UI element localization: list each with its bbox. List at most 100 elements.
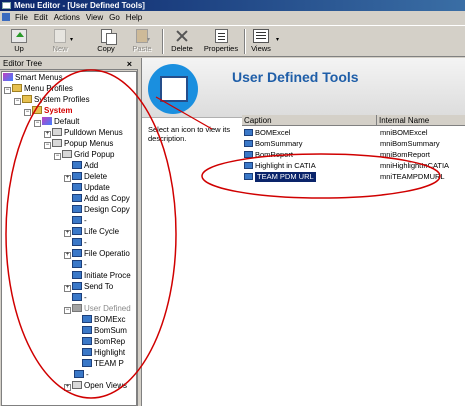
tool-icon: [82, 315, 92, 323]
tree-node[interactable]: BOMExc: [82, 314, 126, 325]
paste-button[interactable]: Paste: [128, 27, 156, 56]
tree-node[interactable]: TEAM P: [82, 358, 124, 369]
menu-edit[interactable]: Edit: [31, 11, 51, 25]
toolbar-separator: [244, 29, 246, 54]
close-icon[interactable]: ×: [127, 58, 132, 70]
paste-dropdown-icon[interactable]: ▾: [147, 36, 150, 43]
editor-tree-title: Editor Tree: [3, 59, 43, 68]
separator-icon: [72, 216, 82, 224]
tool-icon: [72, 227, 82, 235]
collapse-toggle-icon[interactable]: −: [64, 307, 71, 314]
collapse-toggle-icon[interactable]: −: [14, 98, 21, 105]
new-dropdown-icon[interactable]: ▾: [70, 36, 73, 43]
views-dropdown-icon[interactable]: ▾: [276, 36, 279, 43]
menu-help[interactable]: Help: [123, 11, 145, 25]
tree-node[interactable]: Initiate Proce: [64, 270, 131, 281]
popup-menu-icon: [52, 139, 62, 147]
tool-icon: [244, 129, 253, 136]
tool-icon: [82, 326, 92, 334]
tree-node[interactable]: − User Defined: [64, 303, 131, 314]
user-defined-icon: [72, 304, 82, 312]
menu-actions[interactable]: Actions: [51, 11, 83, 25]
header-banner: User Defined Tools: [142, 58, 465, 118]
default-profile-icon: [42, 117, 52, 125]
properties-button[interactable]: Properties: [200, 27, 242, 56]
delete-button[interactable]: Delete: [167, 27, 197, 56]
editor-tree-panel: Editor Tree × Smart Menus − Menu Profiles…: [0, 58, 138, 406]
tree-node[interactable]: Add: [64, 160, 98, 171]
menu-file[interactable]: File: [12, 11, 31, 25]
separator-icon: [74, 370, 84, 378]
tree-node[interactable]: − System Profiles: [14, 94, 90, 105]
views-button[interactable]: Views: [248, 27, 274, 56]
expand-toggle-icon[interactable]: +: [64, 285, 71, 292]
grid-popup-icon: [62, 150, 72, 158]
tree-node[interactable]: -: [64, 292, 87, 303]
tool-icon: [82, 337, 92, 345]
copy-button[interactable]: Copy: [92, 27, 120, 56]
tree-node[interactable]: + File Operatio: [64, 248, 130, 259]
expand-toggle-icon[interactable]: +: [64, 252, 71, 259]
tree-node[interactable]: BomRep: [82, 336, 125, 347]
expand-toggle-icon[interactable]: +: [64, 384, 71, 391]
expand-toggle-icon[interactable]: +: [44, 131, 51, 138]
tool-icon: [72, 249, 82, 257]
toolbar: Up New ▾ Copy Paste ▾ Delete Properties …: [0, 25, 465, 57]
expand-toggle-icon[interactable]: +: [64, 175, 71, 182]
tree-node[interactable]: − Grid Popup: [54, 149, 114, 160]
tree-node[interactable]: − System: [24, 105, 72, 116]
collapse-toggle-icon[interactable]: −: [54, 153, 61, 160]
menu-bar: File Edit Actions View Go Help: [0, 11, 465, 25]
tree-node[interactable]: + Open Views: [64, 380, 127, 391]
list-item[interactable]: BOMExcel mniBOMExcel: [242, 128, 465, 138]
separator-icon: [72, 293, 82, 301]
tree-node[interactable]: -: [64, 259, 87, 270]
tree-node[interactable]: Add as Copy: [64, 193, 130, 204]
tree-node[interactable]: + Send To: [64, 281, 113, 292]
toolbar-separator: [162, 29, 164, 54]
tools-list[interactable]: Caption Internal Name BOMExcel mniBOMExc…: [242, 115, 465, 406]
properties-icon: [214, 29, 228, 43]
tree-node[interactable]: Update: [64, 182, 110, 193]
window-title: Menu Editor - [User Defined Tools]: [14, 1, 145, 10]
tool-icon: [72, 183, 82, 191]
smart-menus-icon: [3, 73, 13, 81]
tree-node[interactable]: Smart Menus: [3, 72, 63, 83]
tree-node[interactable]: Design Copy: [64, 204, 130, 215]
tree-node[interactable]: + Pulldown Menus: [44, 127, 123, 138]
tree-node[interactable]: + Life Cycle: [64, 226, 119, 237]
title-bar: Menu Editor - [User Defined Tools]: [0, 0, 465, 11]
expand-toggle-icon[interactable]: +: [64, 230, 71, 237]
tree-node[interactable]: -: [64, 215, 87, 226]
column-caption[interactable]: Caption: [244, 115, 272, 126]
menu-go[interactable]: Go: [106, 11, 123, 25]
list-item[interactable]: BomSummary mniBomSummary: [242, 139, 465, 149]
collapse-toggle-icon[interactable]: −: [44, 142, 51, 149]
collapse-toggle-icon[interactable]: −: [4, 87, 11, 94]
tree-node[interactable]: Highlight: [82, 347, 125, 358]
column-internal-name[interactable]: Internal Name: [379, 115, 429, 126]
file-menu-icon: [2, 13, 10, 21]
collapse-toggle-icon[interactable]: −: [24, 109, 31, 116]
list-item[interactable]: Highlight in CATIA mniHighlightInCATIA: [242, 161, 465, 171]
editor-tree[interactable]: Smart Menus − Menu Profiles − System Profi…: [1, 71, 137, 406]
collapse-toggle-icon[interactable]: −: [34, 120, 41, 127]
menu-view[interactable]: View: [83, 11, 106, 25]
tree-node[interactable]: − Popup Menus: [44, 138, 113, 149]
up-button[interactable]: Up: [6, 27, 32, 56]
tree-node[interactable]: -: [64, 237, 87, 248]
tree-node[interactable]: − Default: [34, 116, 79, 127]
list-item-selected[interactable]: TEAM PDM URL mniTEAMPDMURL: [242, 172, 465, 182]
tree-node[interactable]: -: [74, 369, 89, 380]
list-header: Caption Internal Name: [242, 115, 465, 126]
list-item[interactable]: BomReport mniBomReport: [242, 150, 465, 160]
tree-node[interactable]: + Delete: [64, 171, 107, 182]
tree-node[interactable]: BomSum: [82, 325, 127, 336]
tree-node[interactable]: − Menu Profiles: [4, 83, 73, 94]
tool-icon: [244, 140, 253, 147]
tool-icon: [244, 151, 253, 158]
open-views-icon: [72, 381, 82, 389]
editor-tree-header: Editor Tree ×: [0, 58, 138, 70]
tool-icon: [72, 271, 82, 279]
tool-icon: [244, 173, 253, 180]
